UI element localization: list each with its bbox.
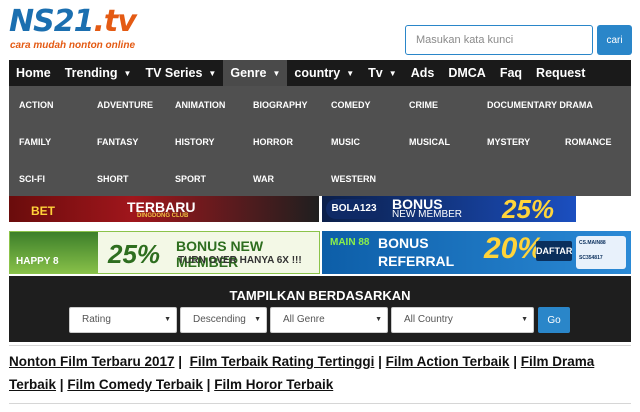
link-separator: | — [513, 354, 517, 369]
nav-request[interactable]: Request — [529, 60, 592, 86]
search-button[interactable]: cari — [597, 25, 632, 55]
ad-banner-bola123[interactable]: BOLA123 BONUS NEW MEMBER 25% — [322, 196, 576, 222]
nav-tv[interactable]: Tv ▼ — [361, 60, 404, 86]
banner-percent: 25% — [108, 239, 161, 269]
select-arrow-icon: ▼ — [254, 316, 261, 323]
genre-item[interactable]: SHORT — [97, 174, 129, 184]
genre-item[interactable]: MUSIC — [331, 137, 360, 147]
caret-down-icon: ▼ — [346, 68, 355, 78]
nav-trending[interactable]: Trending ▼ — [58, 60, 139, 86]
genre-item[interactable]: COMEDY — [331, 100, 371, 110]
contact-line: CS.MAIN88 — [579, 240, 606, 246]
quick-links: Nonton Film Terbaru 2017 | Film Terbaik … — [9, 350, 631, 396]
banner-brand: MAIN 88 — [330, 237, 370, 248]
site-tagline: cara mudah nonton online — [10, 40, 136, 51]
genre-item[interactable]: CRIME — [409, 100, 438, 110]
banner-contact-info: CS.MAIN88 SC354817 — [576, 236, 626, 269]
link-film-terbaru[interactable]: Nonton Film Terbaru 2017 — [9, 354, 175, 369]
genre-item[interactable]: MYSTERY — [487, 137, 530, 147]
rating-select[interactable]: Rating ▼ — [69, 307, 177, 333]
filter-title: TAMPILKAN BERDASARKAN — [229, 288, 411, 303]
nav-country[interactable]: country ▼ — [287, 60, 361, 86]
link-separator: | — [59, 377, 64, 392]
nav-faq[interactable]: Faq — [493, 60, 529, 86]
genre-item[interactable]: BIOGRAPHY — [253, 100, 308, 110]
site-logo[interactable]: NS21.tv cara mudah nonton online — [9, 5, 179, 55]
go-button[interactable]: Go — [538, 307, 570, 333]
genre-item[interactable]: HORROR — [253, 137, 293, 147]
banner-percent: 25% — [502, 196, 555, 222]
banner-subtitle: NEW MEMBER — [392, 209, 462, 220]
nav-dmca[interactable]: DMCA — [441, 60, 493, 86]
ad-banner-dingdong[interactable]: BET TERBARU DINGDONG CLUB — [9, 196, 319, 222]
search-input[interactable] — [405, 25, 593, 55]
nav-tv-series[interactable]: TV Series ▼ — [138, 60, 223, 86]
divider — [9, 403, 631, 404]
genre-item[interactable]: ROMANCE — [565, 137, 612, 147]
banner-brand: HAPPY 8 — [16, 256, 59, 267]
country-select[interactable]: All Country ▼ — [391, 307, 534, 333]
banner-brand: BOLA123 — [326, 199, 382, 219]
banner-photo — [10, 232, 98, 273]
nav-home[interactable]: Home — [9, 60, 58, 86]
banner-brand: BET — [31, 204, 55, 218]
genre-select[interactable]: All Genre ▼ — [270, 307, 388, 333]
banner-subtitle: DINGDONG CLUB — [137, 213, 189, 219]
nav-genre[interactable]: Genre ▼ — [223, 60, 288, 86]
banner-register-button[interactable]: DAFTAR — [536, 241, 572, 261]
link-rating-tertinggi[interactable]: Film Terbaik Rating Tertinggi — [190, 354, 375, 369]
link-separator: | — [378, 354, 382, 369]
link-horor-terbaik[interactable]: Film Horor Terbaik — [214, 377, 333, 392]
banner-subtitle: REFERRAL — [378, 253, 455, 269]
ad-banner-happy8[interactable]: HAPPY 8 25% BONUS NEW MEMBER TURN OVER H… — [9, 231, 320, 274]
genre-item[interactable]: SCI-FI — [19, 174, 45, 184]
genre-item[interactable]: DOCUMENTARY DRAMA — [487, 100, 593, 110]
genre-item[interactable]: HISTORY — [175, 137, 215, 147]
genre-item[interactable]: ADVENTURE — [97, 100, 153, 110]
link-action-terbaik[interactable]: Film Action Terbaik — [386, 354, 510, 369]
select-arrow-icon: ▼ — [521, 316, 528, 323]
genre-item[interactable]: MUSICAL — [409, 137, 450, 147]
order-select[interactable]: Descending ▼ — [180, 307, 267, 333]
genre-item[interactable]: WESTERN — [331, 174, 376, 184]
link-comedy-terbaik[interactable]: Film Comedy Terbaik — [67, 377, 203, 392]
genre-item[interactable]: FANTASY — [97, 137, 138, 147]
link-separator: | — [206, 377, 211, 392]
genre-dropdown: ACTION ADVENTURE ANIMATION BIOGRAPHY COM… — [9, 86, 631, 196]
main-nav: Home Trending ▼ TV Series ▼ Genre ▼ country… — [9, 60, 631, 86]
logo-wordmark: NS21.tv — [9, 4, 137, 39]
filter-panel: TAMPILKAN BERDASARKAN Rating ▼ Descending… — [9, 276, 631, 342]
caret-down-icon: ▼ — [388, 68, 397, 78]
contact-line: SC354817 — [579, 255, 603, 261]
genre-item[interactable]: FAMILY — [19, 137, 51, 147]
genre-item[interactable]: SPORT — [175, 174, 206, 184]
banner-title: BONUS — [378, 235, 429, 251]
select-arrow-icon: ▼ — [164, 316, 171, 323]
caret-down-icon: ▼ — [208, 68, 217, 78]
genre-item[interactable]: ACTION — [19, 100, 54, 110]
banner-subtitle: TURN OVER HANYA 6X !!! — [178, 255, 302, 266]
divider — [9, 345, 631, 346]
caret-down-icon: ▼ — [272, 68, 281, 78]
select-arrow-icon: ▼ — [375, 316, 382, 323]
genre-item[interactable]: ANIMATION — [175, 100, 225, 110]
caret-down-icon: ▼ — [123, 68, 132, 78]
ad-banner-main88[interactable]: MAIN 88 BONUS REFERRAL 20% DAFTAR CS.MAI… — [322, 231, 631, 274]
genre-item[interactable]: WAR — [253, 174, 274, 184]
link-separator: | — [178, 354, 183, 369]
nav-ads[interactable]: Ads — [404, 60, 442, 86]
